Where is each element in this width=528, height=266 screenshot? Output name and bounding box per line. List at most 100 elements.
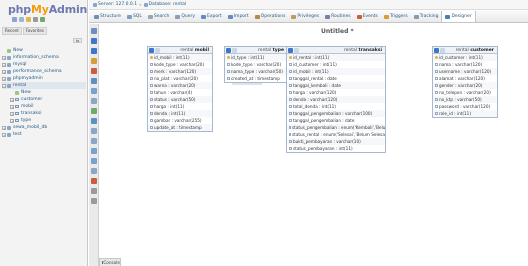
column-row[interactable]: status_pengembalian : enum('Kembali','Be… bbox=[287, 124, 385, 131]
column-row[interactable]: username : varchar(120) bbox=[433, 68, 497, 75]
reload-icon[interactable] bbox=[91, 108, 97, 114]
toggle-columns-icon[interactable] bbox=[434, 47, 439, 53]
menu-routines[interactable]: Routines bbox=[322, 11, 354, 22]
designer-table-header[interactable]: rental mobil bbox=[148, 47, 212, 54]
menu-events[interactable]: Events bbox=[354, 11, 381, 22]
designer-table-header[interactable]: rental customer bbox=[433, 47, 497, 54]
menu-privileges[interactable]: Privileges bbox=[288, 11, 322, 22]
tree-item-sewa-mobil-db[interactable]: + sewa_mobil_db bbox=[2, 124, 86, 131]
delete-page-icon[interactable] bbox=[91, 68, 97, 74]
tree-item-rental[interactable]: − rental bbox=[2, 82, 86, 89]
create-table-icon[interactable] bbox=[91, 78, 97, 84]
menu-query[interactable]: Query bbox=[172, 11, 198, 22]
menu-export[interactable]: Export bbox=[198, 11, 225, 22]
tab-favorites[interactable]: Favorites bbox=[22, 27, 47, 35]
column-row[interactable]: no_ktp : varchar(50) bbox=[433, 96, 497, 103]
pdf-export-icon[interactable] bbox=[91, 178, 97, 184]
home-icon[interactable] bbox=[12, 17, 17, 22]
tree-item-new[interactable]: New bbox=[2, 47, 86, 54]
column-row[interactable]: nama_type : varchar(50) bbox=[225, 68, 287, 75]
open-page-icon[interactable] bbox=[91, 58, 97, 64]
designer-table-mobil[interactable]: rental mobil id_mobil : int(11) kode_type … bbox=[147, 46, 213, 132]
column-row[interactable]: status_pembayaran : int(11) bbox=[287, 145, 385, 152]
menu-sql[interactable]: SQL bbox=[124, 11, 145, 22]
menu-search[interactable]: Search bbox=[145, 11, 172, 22]
expand-icon[interactable]: + bbox=[2, 125, 6, 130]
save-as-icon[interactable] bbox=[91, 48, 97, 54]
column-row[interactable]: alamat : varchar(120) bbox=[433, 75, 497, 82]
designer-canvas[interactable]: rental mobil id_mobil : int(11) kode_type … bbox=[100, 38, 528, 262]
designer-table-customer[interactable]: rental customer id_customer : int(11) nama… bbox=[432, 46, 498, 118]
toggle-columns-icon[interactable] bbox=[288, 47, 293, 53]
collapse-all-button[interactable]: ⇆ bbox=[73, 38, 82, 43]
designer-table-header[interactable]: rental type bbox=[225, 47, 287, 54]
small-big-all-icon[interactable] bbox=[91, 148, 97, 154]
expand-icon[interactable]: + bbox=[2, 69, 6, 74]
column-row[interactable]: bukti_pembayaran : varchar(10) bbox=[287, 138, 385, 145]
column-row[interactable]: created_at : timestamp bbox=[225, 75, 287, 82]
toggle-columns-icon[interactable] bbox=[149, 47, 154, 53]
tree-item-type[interactable]: + type bbox=[2, 117, 86, 124]
column-row[interactable]: tahun : varchar(4) bbox=[148, 89, 212, 96]
column-row[interactable]: id_mobil : int(11) bbox=[287, 68, 385, 75]
snap-to-grid-icon[interactable] bbox=[91, 138, 97, 144]
minimize-icon[interactable] bbox=[232, 47, 237, 53]
column-row[interactable]: no_telepon : varchar(20) bbox=[433, 89, 497, 96]
column-row[interactable]: id_type : int(11) bbox=[225, 54, 287, 61]
expand-icon[interactable]: − bbox=[2, 83, 6, 88]
tree-item-new[interactable]: New bbox=[2, 89, 86, 96]
column-row[interactable]: password : varchar(120) bbox=[433, 103, 497, 110]
column-row[interactable]: kode_type : varchar(20) bbox=[225, 61, 287, 68]
column-row[interactable]: harga : int(11) bbox=[148, 103, 212, 110]
menu-triggers[interactable]: Triggers bbox=[381, 11, 411, 22]
settings-icon[interactable] bbox=[33, 17, 38, 22]
column-row[interactable]: merk : varchar(120) bbox=[148, 68, 212, 75]
pin-text-icon[interactable] bbox=[91, 198, 97, 204]
column-row[interactable]: tanggal_pengembalian : date bbox=[287, 117, 385, 124]
reload-icon[interactable] bbox=[40, 17, 45, 22]
column-row[interactable]: id_mobil : int(11) bbox=[148, 54, 212, 61]
designer-table-type[interactable]: rental type id_type : int(11) kode_type : … bbox=[224, 46, 288, 83]
column-row[interactable]: tanggal_pengembalian : varchar(100) bbox=[287, 110, 385, 117]
column-row[interactable]: status : varchar(50) bbox=[148, 96, 212, 103]
tree-item-customer[interactable]: + customer bbox=[2, 96, 86, 103]
expand-icon[interactable]: + bbox=[10, 111, 14, 116]
column-row[interactable]: denda : int(11) bbox=[148, 110, 212, 117]
column-row[interactable]: update_at : timestamp bbox=[148, 124, 212, 131]
tree-item-test[interactable]: + test bbox=[2, 131, 86, 138]
column-row[interactable]: gender : varchar(20) bbox=[433, 82, 497, 89]
column-row[interactable]: no_plat : varchar(20) bbox=[148, 75, 212, 82]
save-page-icon[interactable] bbox=[91, 38, 97, 44]
column-row[interactable]: harga : varchar(120) bbox=[287, 89, 385, 96]
expand-icon[interactable]: + bbox=[10, 104, 14, 109]
column-row[interactable]: kode_type : varchar(20) bbox=[148, 61, 212, 68]
column-row[interactable]: nama : varchar(120) bbox=[433, 61, 497, 68]
create-relation-icon[interactable] bbox=[91, 88, 97, 94]
breadcrumb-database[interactable]: Database: rental bbox=[143, 2, 186, 7]
minimize-icon[interactable] bbox=[155, 47, 160, 53]
move-menu-icon[interactable] bbox=[91, 188, 97, 194]
menu-designer[interactable]: Designer bbox=[441, 11, 476, 22]
choose-column-icon[interactable] bbox=[91, 98, 97, 104]
expand-icon[interactable]: + bbox=[2, 62, 6, 67]
column-row[interactable]: status_rental : enum('Selesai','Belum Se… bbox=[287, 131, 385, 138]
minimize-icon[interactable] bbox=[294, 47, 299, 53]
expand-icon[interactable]: + bbox=[10, 97, 14, 102]
menu-import[interactable]: Import bbox=[225, 11, 252, 22]
column-row[interactable]: id_customer : int(11) bbox=[287, 61, 385, 68]
menu-operations[interactable]: Operations bbox=[252, 11, 289, 22]
menu-structure[interactable]: Structure bbox=[91, 11, 124, 22]
tree-item-mobil[interactable]: + mobil bbox=[2, 103, 86, 110]
column-row[interactable]: id_rental : int(11) bbox=[287, 54, 385, 61]
tree-item-transaksi[interactable]: + transaksi bbox=[2, 110, 86, 117]
angular-links-icon[interactable] bbox=[91, 128, 97, 134]
column-row[interactable]: denda : varchar(120) bbox=[287, 96, 385, 103]
designer-table-header[interactable]: rental transaksi bbox=[287, 47, 385, 54]
toggle-columns-icon[interactable] bbox=[226, 47, 231, 53]
column-row[interactable]: role_id : int(11) bbox=[433, 110, 497, 117]
tree-item-phpmyadmin[interactable]: + phpmyadmin bbox=[2, 75, 86, 82]
toggle-small-big-icon[interactable] bbox=[91, 158, 97, 164]
tree-item-performance-schema[interactable]: + performance_schema bbox=[2, 68, 86, 75]
expand-icon[interactable]: + bbox=[2, 55, 6, 60]
top-menu-icon[interactable] bbox=[91, 168, 97, 174]
